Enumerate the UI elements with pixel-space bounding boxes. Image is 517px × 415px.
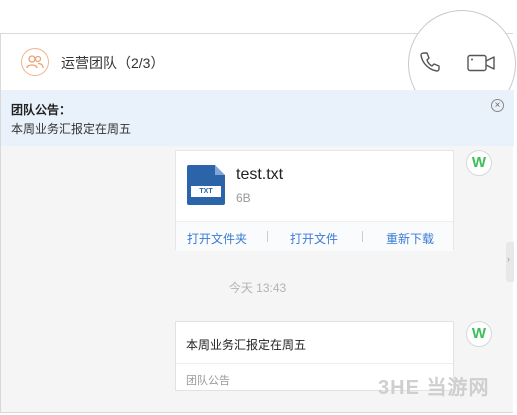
- chat-title: 运营团队（2/3）: [61, 55, 165, 71]
- avatar[interactable]: W: [466, 321, 492, 347]
- divider: [362, 231, 363, 242]
- announcement-message-text: 本周业务汇报定在周五: [186, 338, 307, 352]
- txt-file-icon: TXT: [187, 165, 225, 205]
- watermark-logo: 3HE 当游网: [378, 377, 490, 399]
- announcement-title: 团队公告：: [11, 103, 72, 117]
- chat-window: 运营团队（2/3） 团队公告： 本周业务汇报定在周五 × W TXT test.…: [0, 10, 516, 413]
- close-circle-icon[interactable]: ×: [491, 99, 504, 112]
- open-file-link[interactable]: 打开文件: [290, 230, 338, 247]
- phone-icon[interactable]: [419, 51, 441, 73]
- video-camera-icon[interactable]: [467, 54, 495, 72]
- group-users-icon: [21, 48, 49, 76]
- file-name: test.txt: [236, 166, 284, 183]
- announcement-text: 本周业务汇报定在周五: [11, 122, 132, 136]
- file-message-card: TXT test.txt 6B 打开文件夹 打开文件 重新下载: [175, 150, 454, 251]
- file-type-label: TXT: [191, 186, 221, 197]
- chevron-right-icon: ›: [507, 254, 510, 264]
- announcement-message-label: 团队公告: [186, 375, 230, 387]
- message-timestamp: 今天 13:43: [228, 281, 287, 295]
- open-folder-link[interactable]: 打开文件夹: [187, 230, 247, 247]
- redownload-link[interactable]: 重新下载: [386, 230, 434, 247]
- avatar[interactable]: W: [466, 150, 492, 176]
- announcement-bar: 团队公告： 本周业务汇报定在周五 ×: [1, 90, 514, 146]
- divider: [267, 231, 268, 242]
- side-panel-toggle[interactable]: ›: [506, 242, 514, 282]
- file-actions: 打开文件夹 打开文件 重新下载: [176, 221, 453, 251]
- file-size: 6B: [236, 191, 251, 205]
